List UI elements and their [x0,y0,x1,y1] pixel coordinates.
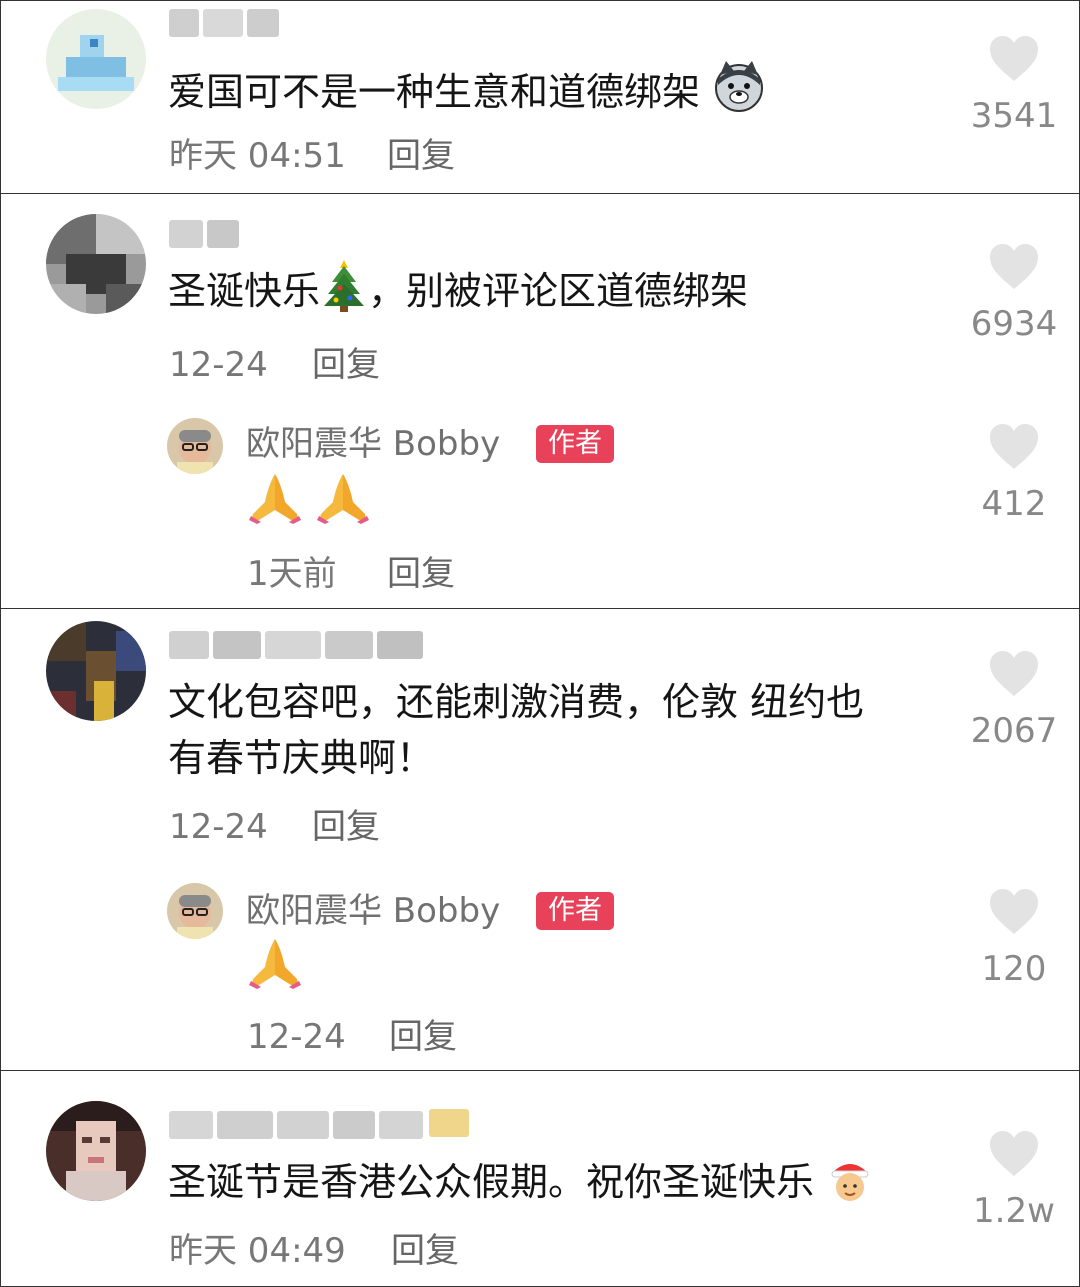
comment-time: 昨天 04:49 [169,1231,346,1271]
author-avatar[interactable] [167,883,223,939]
comment-text-content: 圣诞节是香港公众假期。祝你圣诞快乐 [168,1160,815,1204]
reply-button[interactable]: 回复 [312,345,380,385]
reply-button[interactable]: 回复 [389,1017,457,1057]
christmas-tree-icon [320,258,368,330]
like-button[interactable]: 2067 [954,649,1074,751]
comment-text: 圣诞快乐 ，别被评论区道德绑架 [168,258,748,330]
comment-time: 12-24 [169,345,268,385]
reply-content [247,470,371,532]
reply-item: 欧阳震华 Bobby 作者 12-24 回复 120 [1,871,1079,1066]
heart-icon[interactable] [988,887,1040,937]
like-button[interactable]: 120 [954,887,1074,989]
comment-text: 爱国可不是一种生意和道德绑架 [168,59,766,131]
author-avatar[interactable] [167,418,223,474]
avatar[interactable] [46,214,146,314]
reply-button[interactable]: 回复 [387,554,455,594]
like-count: 2067 [970,711,1058,751]
comment-text-content-tail: ，别被评论区道德绑架 [368,269,749,313]
comment-text: 圣诞节是香港公众假期。祝你圣诞快乐 [168,1151,874,1221]
comment: 文化包容吧，还能刺激消费，伦敦 纽约也 有春节庆典啊！ 12-24 回复 206… [1,609,1079,859]
like-button[interactable]: 6934 [954,242,1074,344]
author-tag: 作者 [536,892,614,930]
like-button[interactable]: 412 [954,422,1074,524]
folded-hands-icon [247,470,303,542]
reply-time: 12-24 [247,1017,346,1057]
like-button[interactable]: 1.2w [954,1129,1074,1231]
blurred-username[interactable] [169,1107,425,1143]
heart-icon[interactable] [988,649,1040,699]
like-count: 1.2w [973,1191,1055,1231]
santa-baby-icon [826,1153,874,1221]
blurred-username[interactable] [169,5,281,41]
reply-author-name[interactable]: 欧阳震华 Bobby [246,424,500,464]
comment-text-content: 圣诞快乐 [168,269,321,313]
comment-time: 12-24 [169,807,268,847]
comment: 圣诞快乐 ，别被评论区道德绑架 12-24 回复 6934 [1,194,1079,394]
comment-card: 圣诞节是香港公众假期。祝你圣诞快乐 昨天 04:49 回复 1.2w [0,1070,1080,1287]
reply-content [247,935,303,997]
blurred-emoji [427,1105,471,1141]
like-count: 6934 [970,304,1058,344]
dog-face-icon [712,59,766,131]
reply-button[interactable]: 回复 [312,807,380,847]
comment-card: 文化包容吧，还能刺激消费，伦敦 纽约也 有春节庆典啊！ 12-24 回复 206… [0,608,1080,1071]
blurred-username[interactable] [169,216,241,252]
reply-button[interactable]: 回复 [391,1231,459,1271]
comment-card: 爱国可不是一种生意和道德绑架 昨天 04:51 回复 3541 [0,0,1080,194]
reply-time: 1天前 [247,554,337,594]
folded-hands-icon [247,935,303,1007]
reply-button[interactable]: 回复 [387,136,455,176]
avatar[interactable] [46,9,146,109]
comment: 爱国可不是一种生意和道德绑架 昨天 04:51 回复 3541 [1,1,1079,193]
comment-text-line: 有春节庆典啊！ [168,736,435,780]
like-button[interactable]: 3541 [954,34,1074,136]
reply-author-name[interactable]: 欧阳震华 Bobby [246,891,500,931]
like-count: 3541 [970,96,1058,136]
reply-item: 欧阳震华 Bobby 作者 1天前 回复 412 [1,404,1079,604]
avatar[interactable] [46,1101,146,1201]
comment-time: 昨天 04:51 [169,136,346,176]
heart-icon[interactable] [988,422,1040,472]
author-tag: 作者 [536,425,614,463]
comment-card: 圣诞快乐 ，别被评论区道德绑架 12-24 回复 6934 欧阳震华 Bobby… [0,193,1080,609]
like-count: 120 [981,949,1047,989]
comment-text-content: 爱国可不是一种生意和道德绑架 [168,70,701,114]
heart-icon[interactable] [988,242,1040,292]
avatar[interactable] [46,621,146,721]
comment-text-line: 文化包容吧，还能刺激消费，伦敦 纽约也 [168,680,865,724]
comment: 圣诞节是香港公众假期。祝你圣诞快乐 昨天 04:49 回复 1.2w [1,1071,1079,1286]
heart-icon[interactable] [988,34,1040,84]
heart-icon[interactable] [988,1129,1040,1179]
blurred-username[interactable] [169,627,425,663]
like-count: 412 [981,484,1047,524]
folded-hands-icon [315,470,371,542]
